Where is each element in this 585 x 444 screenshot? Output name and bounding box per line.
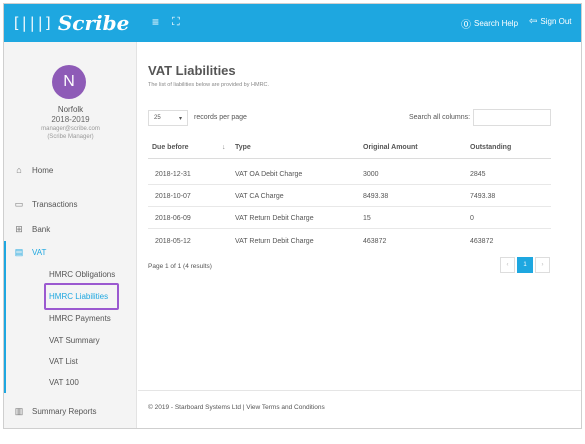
highlight-box bbox=[44, 283, 119, 310]
main-content: VAT Liabilities The list of liabilities … bbox=[138, 42, 581, 428]
search-help-link[interactable]: ⓪ Search Help bbox=[461, 16, 518, 31]
table-cell-type: VAT CA Charge bbox=[235, 193, 284, 200]
divider bbox=[138, 390, 581, 391]
financial-year: 2018-2019 bbox=[51, 115, 90, 124]
table-cell-type: VAT Return Debit Charge bbox=[235, 215, 314, 222]
sidebar-subitem-vat-summary[interactable]: VAT Summary bbox=[49, 336, 100, 345]
help-icon: ⓪ bbox=[461, 20, 471, 31]
scribe-logo-icon: [|||] bbox=[11, 14, 53, 32]
records-per-page-value: 25 bbox=[154, 115, 161, 121]
table-cell-type: VAT OA Debit Charge bbox=[235, 171, 303, 178]
menu-icon[interactable]: ≡ bbox=[152, 15, 159, 29]
sidebar-item-label: Bank bbox=[32, 225, 51, 234]
divider bbox=[148, 206, 551, 207]
search-input[interactable] bbox=[473, 109, 551, 126]
sidebar-item-label: VAT bbox=[32, 248, 47, 257]
table-cell-due: 2018-05-12 bbox=[155, 238, 191, 245]
divider bbox=[148, 158, 551, 159]
divider bbox=[148, 184, 551, 185]
next-page-button[interactable]: › bbox=[535, 257, 550, 273]
table-cell-outstanding: 463872 bbox=[470, 238, 494, 245]
bar-chart-icon: ▥ bbox=[14, 406, 24, 416]
search-help-label: Search Help bbox=[474, 19, 519, 28]
calculator-icon: ▤ bbox=[14, 247, 24, 257]
sign-out-label: Sign Out bbox=[540, 17, 572, 26]
column-header-due-before[interactable]: Due before bbox=[152, 144, 189, 151]
sort-down-icon[interactable]: ↓ bbox=[222, 144, 226, 151]
brand-logo[interactable]: [|||] Scribe bbox=[4, 4, 137, 42]
home-icon: ⌂ bbox=[16, 165, 22, 175]
brand-name: Scribe bbox=[57, 11, 130, 35]
table-cell-original: 3000 bbox=[363, 171, 379, 178]
sidebar-item-summary-reports[interactable]: ▥ Summary Reports bbox=[4, 406, 137, 417]
credit-card-icon: ▭ bbox=[14, 199, 24, 209]
sidebar-subitem-hmrc-payments[interactable]: HMRC Payments bbox=[49, 314, 111, 323]
sidebar-item-label: Summary Reports bbox=[32, 407, 97, 416]
page-1-button[interactable]: 1 bbox=[517, 257, 533, 273]
user-role: (Scribe Manager) bbox=[47, 134, 94, 140]
column-header-outstanding[interactable]: Outstanding bbox=[470, 144, 511, 151]
table-cell-outstanding: 0 bbox=[470, 215, 474, 222]
sidebar-item-label: Transactions bbox=[32, 200, 78, 209]
divider bbox=[148, 228, 551, 229]
top-bar: [|||] Scribe ≡ ⛶ ⓪ Search Help ⇦ Sign Ou… bbox=[4, 4, 581, 42]
caret-down-icon: ▾ bbox=[178, 115, 182, 122]
records-per-page-select[interactable]: 25 ▾ bbox=[148, 110, 188, 126]
user-email: manager@scribe.com bbox=[41, 126, 100, 132]
app-window: [|||] Scribe ≡ ⛶ ⓪ Search Help ⇦ Sign Ou… bbox=[3, 3, 582, 429]
search-label: Search all columns: bbox=[409, 114, 471, 121]
table-cell-outstanding: 7493.38 bbox=[470, 193, 496, 200]
previous-page-button[interactable]: ‹ bbox=[500, 257, 515, 273]
page-title: VAT Liabilities bbox=[148, 63, 236, 78]
table-cell-due: 2018-06-09 bbox=[155, 215, 191, 222]
sidebar-item-label: Home bbox=[32, 165, 54, 175]
sidebar-item-bank[interactable]: ⊞ Bank bbox=[4, 224, 137, 235]
table-cell-due: 2018-10-07 bbox=[155, 193, 191, 200]
sidebar-subitem-vat-list[interactable]: VAT List bbox=[49, 357, 78, 366]
table-cell-due: 2018-12-31 bbox=[155, 171, 191, 178]
footer-text: © 2019 - Starboard Systems Ltd | View Te… bbox=[148, 404, 325, 411]
table-cell-outstanding: 2845 bbox=[470, 171, 486, 178]
sidebar: N Norfolk 2018-2019 manager@scribe.com (… bbox=[4, 42, 137, 428]
column-header-original-amount[interactable]: Original Amount bbox=[363, 144, 418, 151]
sign-out-icon: ⇦ bbox=[529, 16, 538, 27]
table-cell-original: 463872 bbox=[363, 238, 387, 245]
fullscreen-icon[interactable]: ⛶ bbox=[172, 15, 180, 29]
sidebar-subitem-vat-100[interactable]: VAT 100 bbox=[49, 378, 79, 387]
table-cell-original: 15 bbox=[363, 215, 371, 222]
column-header-type[interactable]: Type bbox=[235, 144, 251, 151]
records-per-page-label: records per page bbox=[194, 114, 247, 121]
sign-out-link[interactable]: ⇦ Sign Out bbox=[529, 16, 572, 27]
table-cell-original: 8493.38 bbox=[363, 193, 389, 200]
sidebar-item-transactions[interactable]: ▭ Transactions bbox=[4, 199, 137, 210]
sidebar-item-vat[interactable]: ▤ VAT bbox=[4, 247, 137, 258]
pagination-info: Page 1 of 1 (4 results) bbox=[148, 263, 212, 270]
user-name: Norfolk bbox=[57, 105, 84, 114]
sidebar-subitem-hmrc-obligations[interactable]: HMRC Obligations bbox=[49, 270, 115, 279]
page-subtitle: The list of liabilities below are provid… bbox=[148, 82, 270, 88]
avatar[interactable]: N bbox=[52, 65, 86, 99]
table-cell-type: VAT Return Debit Charge bbox=[235, 238, 314, 245]
sidebar-item-home[interactable]: ⌂ Home bbox=[4, 165, 137, 175]
bank-icon: ⊞ bbox=[15, 224, 23, 234]
